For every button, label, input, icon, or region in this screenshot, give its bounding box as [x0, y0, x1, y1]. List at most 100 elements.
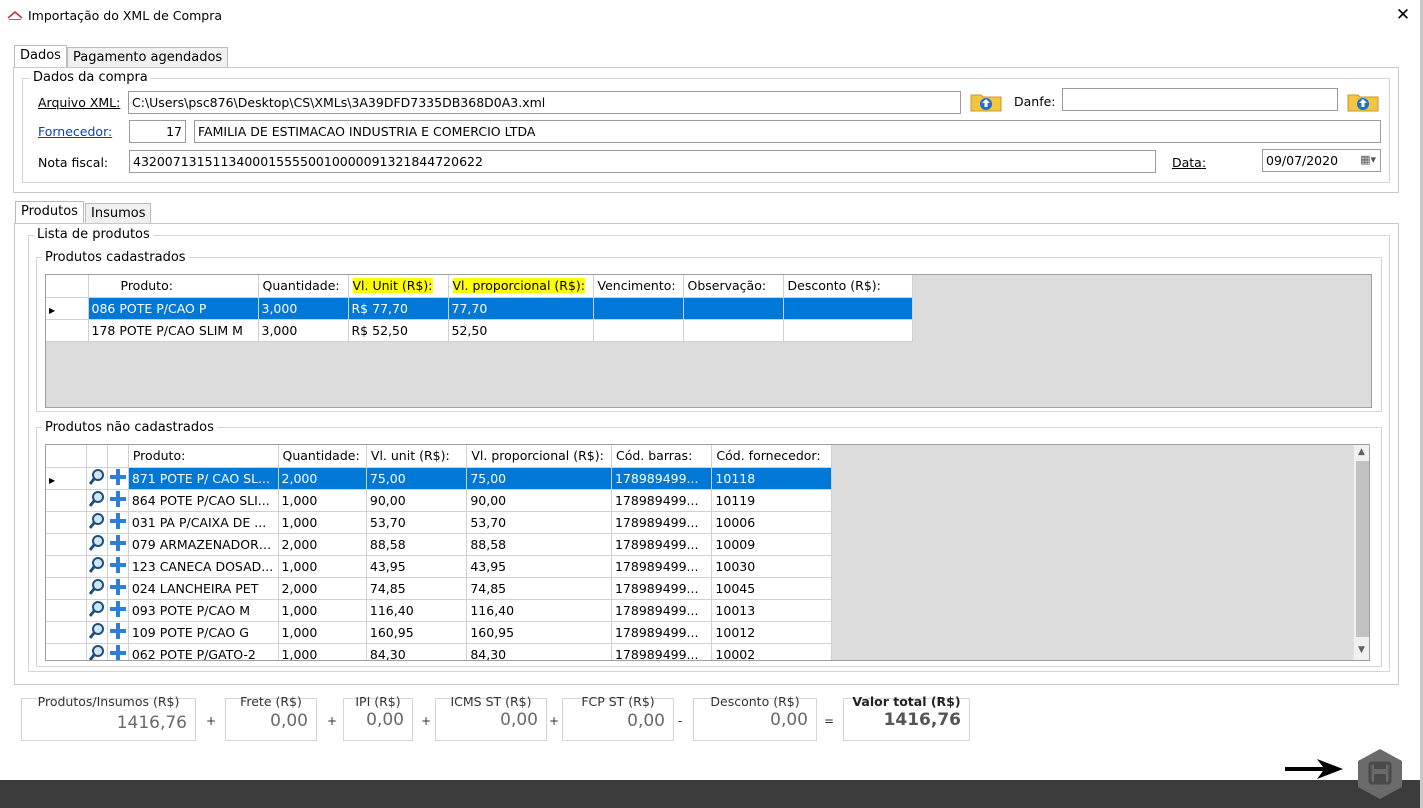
table-row[interactable]: 178 POTE P/CAO SLIM M 3,000 R$ 52,50 52,… — [46, 319, 913, 342]
header-vl-unit[interactable]: Vl. unit (R$): — [366, 445, 468, 468]
add-button[interactable] — [107, 599, 129, 622]
table-row[interactable]: 079 ARMAZENADOR ... 2,000 88,58 88,58 178989… — [46, 533, 832, 556]
cell-produto[interactable]: 031 PA P/CAIXA DE ... — [128, 511, 279, 534]
add-button[interactable] — [107, 489, 129, 512]
cell-produto[interactable]: 123 CANECA DOSAD... — [128, 555, 279, 578]
cell-vl-unit[interactable]: 74,85 — [366, 577, 468, 600]
search-button[interactable] — [86, 621, 108, 644]
fornecedor-code-field[interactable]: 17 — [129, 120, 186, 143]
vertical-scrollbar[interactable]: ▲ ▼ — [1353, 445, 1369, 660]
cell-quantidade[interactable]: 1,000 — [278, 511, 367, 534]
table-row[interactable]: ▶ 086 POTE P/CAO P 3,000 R$ 77,70 77,70 — [46, 297, 913, 320]
row-selector-cell[interactable] — [46, 643, 87, 660]
add-button[interactable] — [107, 643, 129, 660]
header-quantidade[interactable]: Quantidade: — [278, 445, 367, 468]
search-button[interactable] — [86, 643, 108, 660]
add-button[interactable] — [107, 533, 129, 556]
tab-insumos[interactable]: Insumos — [85, 203, 152, 224]
search-button[interactable] — [86, 599, 108, 622]
cell-vl-proporcional[interactable]: 52,50 — [448, 319, 594, 342]
tab-pagamento-agendados[interactable]: Pagamento agendados — [67, 47, 229, 68]
cell-produto[interactable]: 079 ARMAZENADOR ... — [128, 533, 279, 556]
cell-vl-unit[interactable]: 53,70 — [366, 511, 468, 534]
row-selector-cell[interactable] — [46, 555, 87, 578]
add-button[interactable] — [107, 621, 129, 644]
cell-vl-unit[interactable]: 75,00 — [366, 467, 468, 490]
cell-quantidade[interactable]: 1,000 — [278, 621, 367, 644]
cell-cod-fornecedor[interactable]: 10002 — [711, 643, 832, 660]
danfe-field[interactable] — [1062, 88, 1338, 111]
cell-vl-proporcional[interactable]: 43,95 — [466, 555, 612, 578]
cell-vl-proporcional[interactable]: 84,30 — [466, 643, 612, 660]
cell-produto[interactable]: 864 POTE P/CAO SLI... — [128, 489, 279, 512]
cell-vl-unit[interactable]: R$ 77,70 — [348, 297, 449, 320]
row-selector-cell[interactable] — [46, 577, 87, 600]
cell-cod-barras[interactable]: 178989499... — [611, 621, 713, 644]
cell-cod-fornecedor[interactable]: 10045 — [711, 577, 832, 600]
cell-vl-unit[interactable]: R$ 52,50 — [348, 319, 449, 342]
cell-cod-barras[interactable]: 178989499... — [611, 599, 713, 622]
cell-quantidade[interactable]: 2,000 — [278, 577, 367, 600]
cell-cod-fornecedor[interactable]: 10009 — [711, 533, 832, 556]
table-row[interactable]: 109 POTE P/CAO G 1,000 160,95 160,95 1789894… — [46, 621, 832, 644]
search-button[interactable] — [86, 577, 108, 600]
header-produto[interactable]: Produto: — [88, 275, 259, 298]
cell-cod-fornecedor[interactable]: 10030 — [711, 555, 832, 578]
cell-cod-barras[interactable]: 178989499... — [611, 467, 713, 490]
cell-quantidade[interactable]: 2,000 — [278, 467, 367, 490]
row-selector-cell[interactable] — [46, 621, 87, 644]
close-button[interactable]: ✕ — [1391, 3, 1415, 27]
cell-cod-barras[interactable]: 178989499... — [611, 511, 713, 534]
cell-vl-unit[interactable]: 88,58 — [366, 533, 468, 556]
header-observacao[interactable]: Observação: — [683, 275, 784, 298]
table-row[interactable]: 031 PA P/CAIXA DE ... 1,000 53,70 53,70 1789… — [46, 511, 832, 534]
folder-upload-icon[interactable] — [1347, 90, 1379, 112]
row-selector-cell[interactable]: ▶ — [46, 297, 89, 320]
row-selector-cell[interactable] — [46, 599, 87, 622]
cell-cod-barras[interactable]: 178989499... — [611, 643, 713, 660]
cell-vl-proporcional[interactable]: 74,85 — [466, 577, 612, 600]
search-button[interactable] — [86, 489, 108, 512]
save-icon[interactable] — [1356, 748, 1404, 800]
cell-produto[interactable]: 871 POTE P/ CAO SL... — [128, 467, 279, 490]
header-vl-proporcional[interactable]: Vl. proporcional (R$): — [448, 275, 594, 298]
scroll-up-icon[interactable]: ▲ — [1358, 447, 1365, 457]
cell-cod-barras[interactable]: 178989499... — [611, 533, 713, 556]
cell-vl-unit[interactable]: 116,40 — [366, 599, 468, 622]
cell-produto[interactable]: 086 POTE P/CAO P — [88, 297, 259, 320]
cell-produto[interactable]: 024 LANCHEIRA PET — [128, 577, 279, 600]
cell-quantidade[interactable]: 1,000 — [278, 599, 367, 622]
cell-cod-fornecedor[interactable]: 10119 — [711, 489, 832, 512]
cell-quantidade[interactable]: 3,000 — [258, 297, 349, 320]
table-row[interactable]: 864 POTE P/CAO SLI... 1,000 90,00 90,00 1789… — [46, 489, 832, 512]
fornecedor-name-field[interactable]: FAMILIA DE ESTIMACAO INDUSTRIA E COMERCI… — [194, 120, 1381, 143]
data-picker[interactable]: 09/07/2020 ▦▾ — [1262, 149, 1381, 172]
row-selector-cell[interactable]: ▶ — [46, 467, 87, 490]
table-row[interactable]: 093 POTE P/CAO M 1,000 116,40 116,40 1789894… — [46, 599, 832, 622]
folder-upload-icon[interactable] — [970, 90, 1002, 112]
cell-vl-proporcional[interactable]: 90,00 — [466, 489, 612, 512]
tab-produtos[interactable]: Produtos — [15, 201, 84, 224]
header-vl-unit[interactable]: Vl. Unit (R$): — [348, 275, 449, 298]
cell-vl-unit[interactable]: 43,95 — [366, 555, 468, 578]
row-selector-cell[interactable] — [46, 511, 87, 534]
cell-vl-proporcional[interactable]: 77,70 — [448, 297, 594, 320]
cell-vencimento[interactable] — [593, 297, 684, 320]
cell-vl-proporcional[interactable]: 53,70 — [466, 511, 612, 534]
cell-vl-unit[interactable]: 90,00 — [366, 489, 468, 512]
tab-dados[interactable]: Dados — [14, 45, 67, 68]
cell-quantidade[interactable]: 1,000 — [278, 643, 367, 660]
cell-cod-fornecedor[interactable]: 10013 — [711, 599, 832, 622]
header-vl-proporcional[interactable]: Vl. proporcional (R$): — [466, 445, 612, 468]
arquivo-xml-field[interactable]: C:\Users\psc876\Desktop\CS\XMLs\3A39DFD7… — [128, 91, 961, 114]
table-row[interactable]: 123 CANECA DOSAD... 1,000 43,95 43,95 178989… — [46, 555, 832, 578]
scrollbar-thumb[interactable] — [1356, 461, 1369, 637]
add-button[interactable] — [107, 577, 129, 600]
cell-quantidade[interactable]: 1,000 — [278, 555, 367, 578]
cell-observacao[interactable] — [683, 297, 784, 320]
cell-vl-unit[interactable]: 160,95 — [366, 621, 468, 644]
calendar-icon[interactable]: ▦▾ — [1360, 151, 1376, 168]
cell-quantidade[interactable]: 2,000 — [278, 533, 367, 556]
row-selector-cell[interactable] — [46, 489, 87, 512]
header-quantidade[interactable]: Quantidade: — [258, 275, 349, 298]
